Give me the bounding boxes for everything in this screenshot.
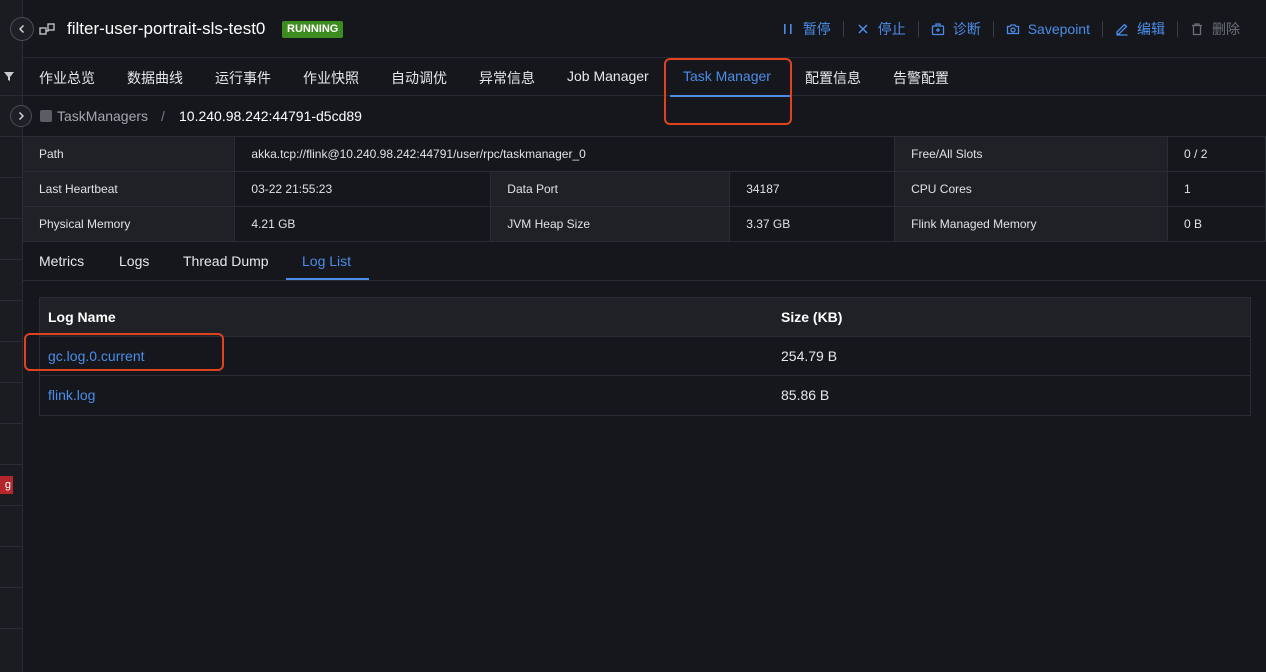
tab-job-snapshot[interactable]: 作业快照 [303,68,359,88]
tab-metrics[interactable]: Metrics [39,253,84,269]
edit-label: 编辑 [1137,21,1165,37]
stop-button[interactable]: 停止 [856,19,906,39]
sub-tab-bar: Metrics Logs Thread Dump Log List [23,242,1266,281]
breadcrumb-parent[interactable]: TaskManagers [57,108,148,124]
info-value: 3.37 GB [729,206,896,242]
info-label: JVM Heap Size [490,206,731,242]
edit-button[interactable]: 编辑 [1115,19,1165,39]
savepoint-label: Savepoint [1027,21,1090,37]
pause-icon [783,24,792,34]
info-value: akka.tcp://flink@10.240.98.242:44791/use… [234,136,896,172]
table-row: flink.log 85.86 B [40,376,1250,415]
info-label: Data Port [490,171,731,207]
trash-icon [1192,23,1202,36]
pause-button[interactable]: 暂停 [781,19,831,39]
diagnose-button[interactable]: 诊断 [931,19,981,39]
job-icon [39,23,55,35]
log-size: 85.86 B [781,387,830,403]
info-label: Free/All Slots [894,136,1169,172]
tab-logs[interactable]: Logs [119,253,149,269]
info-value: 1 [1167,171,1266,207]
chevron-left-icon [19,25,24,33]
edit-icon [1116,23,1128,36]
breadcrumb-separator: / [161,108,165,124]
info-value: 0 B [1167,206,1266,242]
breadcrumb: TaskManagers / 10.240.98.242:44791-d5cd8… [10,96,1266,136]
diagnose-label: 诊断 [952,21,981,37]
expand-button[interactable] [10,105,32,127]
table-header-row: Log Name Size (KB) [40,298,1250,337]
tab-data-curve[interactable]: 数据曲线 [127,68,183,88]
tab-job-manager[interactable]: Job Manager [567,68,649,84]
savepoint-button[interactable]: Savepoint [1006,21,1090,37]
info-value: 34187 [729,171,896,207]
active-subtab-indicator [286,278,369,280]
pause-label: 暂停 [802,21,831,37]
diagnose-icon [931,23,944,36]
main-tab-bar: 作业总览 数据曲线 运行事件 作业快照 自动调优 异常信息 Job Manage… [23,57,1266,97]
column-header-size: Size (KB) [781,309,843,325]
log-size: 254.79 B [781,348,838,364]
info-value: 0 / 2 [1167,136,1266,172]
left-strip-tag: g [0,476,13,494]
job-header: filter-user-portrait-sls-test0 RUNNING 暂… [10,0,1266,57]
tab-job-overview[interactable]: 作业总览 [39,68,95,88]
log-name-link[interactable]: flink.log [48,387,95,403]
info-label: Path [23,136,236,172]
tab-log-list[interactable]: Log List [302,253,351,269]
tab-exceptions[interactable]: 异常信息 [479,68,535,88]
column-header-log-name: Log Name [48,309,116,325]
action-bar: 暂停 停止 诊断 Savepoint 编辑 删除 [781,19,1240,39]
info-value: 4.21 GB [234,206,492,242]
tab-thread-dump[interactable]: Thread Dump [183,253,269,269]
delete-button[interactable]: 删除 [1190,19,1240,39]
filter-icon[interactable] [3,70,15,82]
tab-auto-tuning[interactable]: 自动调优 [391,68,447,88]
breadcrumb-current: 10.240.98.242:44791-d5cd89 [179,108,362,124]
info-label: Flink Managed Memory [894,206,1169,242]
gc-log-highlight [24,333,224,371]
info-value: 03-22 21:55:23 [234,171,492,207]
delete-label: 删除 [1212,21,1240,37]
tab-config-info[interactable]: 配置信息 [805,68,861,88]
tab-run-events[interactable]: 运行事件 [215,68,271,88]
job-title: filter-user-portrait-sls-test0 [67,19,266,38]
taskmanager-info-table: Path akka.tcp://flink@10.240.98.242:4479… [23,136,1266,242]
stop-label: 停止 [877,21,906,37]
back-square-icon[interactable] [40,110,52,122]
chevron-right-icon [19,112,24,120]
camera-icon [1006,24,1019,35]
close-icon [858,24,868,34]
left-sidebar-strip: g [0,0,23,672]
status-badge: RUNNING [282,21,344,38]
info-label: Last Heartbeat [23,171,236,207]
back-button[interactable] [10,17,34,41]
tab-alert-config[interactable]: 告警配置 [893,68,949,88]
info-label: CPU Cores [894,171,1169,207]
info-label: Physical Memory [23,206,236,242]
